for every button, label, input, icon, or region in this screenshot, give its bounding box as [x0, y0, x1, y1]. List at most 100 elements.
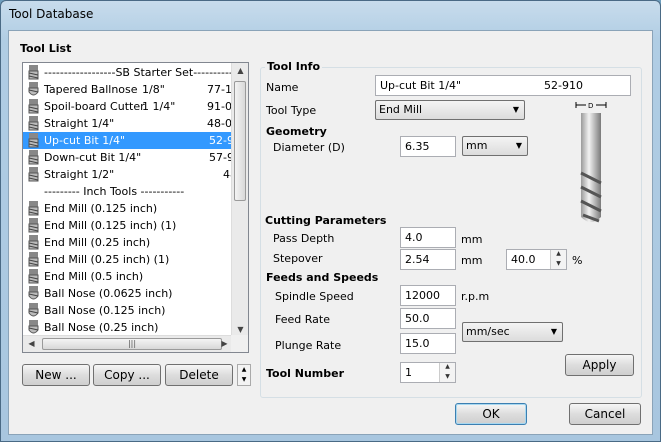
endmill-tool-icon — [28, 116, 39, 131]
stepover-spinner[interactable]: ▲ ▼ — [550, 250, 566, 269]
rate-units-select[interactable]: mm/sec ▼ — [462, 322, 563, 342]
tool-list-item[interactable]: --------- Inch Tools ----------- — [23, 183, 235, 200]
ballnose-tool-icon — [28, 303, 39, 318]
endmill-diagram-icon: D — [575, 101, 607, 223]
spin-up-icon: ▲ — [445, 363, 450, 370]
tool-list-item-label: ------------------SB Starter Set--------… — [44, 66, 235, 79]
tool-list-item-label: Ball Nose (0.125 inch) — [44, 304, 166, 317]
pass-depth-input[interactable]: 4.0 — [400, 227, 456, 248]
endmill-tool-icon — [28, 167, 39, 182]
tool-number-label: Tool Number — [266, 367, 345, 380]
tool-list-item[interactable]: End Mill (0.25 inch) — [23, 234, 235, 251]
tool-list-item-label: Straight 1/4" — [44, 117, 115, 130]
stepover-percent-input[interactable]: 40.0 ▲ ▼ — [506, 249, 567, 270]
tool-list-item[interactable]: End Mill (0.125 inch) (1) — [23, 217, 235, 234]
tool-diagram: D — [573, 99, 609, 231]
delete-tool-button[interactable]: Delete — [165, 364, 233, 386]
scroll-up-icon[interactable]: ▲ — [232, 66, 248, 75]
tool-list-item-label: Tapered Ballnose — [44, 83, 138, 96]
tool-list-item[interactable]: End Mill (0.125 inch) — [23, 200, 235, 217]
name-label: Name — [266, 81, 299, 94]
tool-list-item-size: 1/8" — [142, 83, 165, 96]
tool-list-item[interactable]: Down-cut Bit 1/4" 57-9 — [23, 149, 235, 166]
plunge-rate-input[interactable]: 15.0 — [400, 333, 456, 354]
tool-list-item-label: Down-cut Bit 1/4" — [44, 151, 142, 164]
ballnose-tool-icon — [28, 320, 39, 335]
stepover-percent-value: 40.0 — [511, 253, 536, 266]
diagram-d-label: D — [588, 102, 593, 110]
pass-depth-unit: mm — [461, 233, 483, 246]
tool-list-item-label: Straight 1/2" — [44, 168, 115, 181]
tool-list-item-label: Ball Nose (0.0625 inch) — [44, 287, 173, 300]
tool-list-item-label: End Mill (0.125 inch) (1) — [44, 219, 177, 232]
ok-button[interactable]: OK — [455, 403, 527, 425]
scroll-down-icon[interactable]: ▼ — [232, 325, 248, 334]
tool-list-item-label: End Mill (0.5 inch) — [44, 270, 144, 283]
pass-depth-label: Pass Depth — [273, 232, 335, 245]
geometry-heading: Geometry — [266, 125, 327, 138]
chevron-down-icon: ▼ — [550, 327, 557, 336]
move-up-icon[interactable]: ▲ — [238, 366, 250, 373]
copy-tool-button[interactable]: Copy ... — [93, 364, 161, 386]
endmill-tool-icon — [28, 133, 39, 148]
tool-type-select[interactable]: End Mill ▼ — [375, 100, 525, 120]
cutting-parameters-heading: Cutting Parameters — [265, 214, 387, 227]
apply-button[interactable]: Apply — [565, 354, 634, 376]
hscroll-thumb[interactable]: ||| — [42, 338, 222, 350]
tool-list-item-label: --------- Inch Tools ----------- — [44, 185, 185, 198]
chevron-down-icon: ▼ — [512, 105, 519, 114]
endmill-tool-icon — [28, 218, 39, 233]
tool-list-item[interactable]: Straight 1/4"48-00 — [23, 115, 235, 132]
reorder-spinner[interactable]: ▲ ▼ — [237, 364, 251, 386]
tool-list-item[interactable]: Ball Nose (0.25 inch) — [23, 319, 235, 336]
endmill-tool-icon — [28, 252, 39, 267]
tool-list-item[interactable]: End Mill (0.5 inch) — [23, 268, 235, 285]
tool-list[interactable]: ------------------SB Starter Set--------… — [22, 62, 249, 353]
spin-down-icon: ▼ — [556, 260, 561, 267]
ballnose-tool-icon — [28, 82, 39, 97]
endmill-tool-icon — [28, 150, 39, 165]
spindle-speed-label: Spindle Speed — [275, 290, 354, 303]
vertical-scrollbar[interactable]: ▲ ▼ — [231, 63, 248, 337]
tool-list-item-label: End Mill (0.25 inch) (1) — [44, 253, 170, 266]
horizontal-scrollbar[interactable]: ◀ ||| ▶ — [23, 335, 233, 352]
spin-down-icon: ▼ — [445, 373, 450, 380]
new-tool-button[interactable]: New ... — [22, 364, 90, 386]
tool-list-item-size: 1 1/4" — [142, 100, 176, 113]
stepover-unit: mm — [461, 254, 483, 267]
diameter-label: Diameter (D) — [273, 141, 345, 154]
tool-list-item[interactable]: Ball Nose (0.125 inch) — [23, 302, 235, 319]
tool-list-item[interactable]: ------------------SB Starter Set--------… — [23, 64, 235, 81]
move-down-icon[interactable]: ▼ — [238, 376, 250, 383]
chevron-down-icon: ▼ — [515, 141, 522, 150]
scroll-thumb[interactable] — [234, 81, 246, 201]
tool-list-item[interactable]: Spoil-board Cutter1 1/4"91-00 — [23, 98, 235, 115]
tool-info-heading: Tool Info — [265, 60, 323, 73]
tool-list-item[interactable]: Up-cut Bit 1/4" 52-9 — [23, 132, 235, 149]
stepover-input[interactable]: 2.54 — [400, 249, 456, 270]
tool-list-item-label: End Mill (0.125 inch) — [44, 202, 158, 215]
spindle-speed-input[interactable]: 12000 — [400, 285, 456, 306]
tool-list-item-label: End Mill (0.25 inch) — [44, 236, 151, 249]
feed-rate-label: Feed Rate — [275, 313, 330, 326]
tool-list-item[interactable]: Tapered Ballnose1/8"77-10 — [23, 81, 235, 98]
endmill-tool-icon — [28, 201, 39, 216]
tool-number-input[interactable]: 1 ▲ ▼ — [400, 362, 456, 383]
tool-list-item[interactable]: Straight 1/2"48 — [23, 166, 235, 183]
tool-list-item[interactable]: Ball Nose (0.0625 inch) — [23, 285, 235, 302]
tool-type-label: Tool Type — [266, 104, 317, 117]
diameter-input[interactable]: 6.35 — [400, 136, 456, 157]
tool-list-item[interactable]: End Mill (0.25 inch) (1) — [23, 251, 235, 268]
feeds-speeds-heading: Feeds and Speeds — [266, 271, 379, 284]
tool-list-heading: Tool List — [20, 42, 72, 55]
tool-number-value: 1 — [405, 366, 412, 379]
tool-number-spinner[interactable]: ▲ ▼ — [439, 363, 455, 382]
spin-up-icon: ▲ — [556, 250, 561, 257]
feed-rate-input[interactable]: 50.0 — [400, 308, 456, 329]
endmill-tool-icon — [28, 269, 39, 284]
cancel-button[interactable]: Cancel — [569, 403, 641, 425]
stepover-label: Stepover — [273, 252, 323, 265]
scroll-left-icon[interactable]: ◀ — [23, 339, 40, 348]
tool-name-field[interactable]: Up-cut Bit 1/4" 52-910 — [375, 75, 631, 96]
units-select[interactable]: mm ▼ — [462, 136, 528, 156]
